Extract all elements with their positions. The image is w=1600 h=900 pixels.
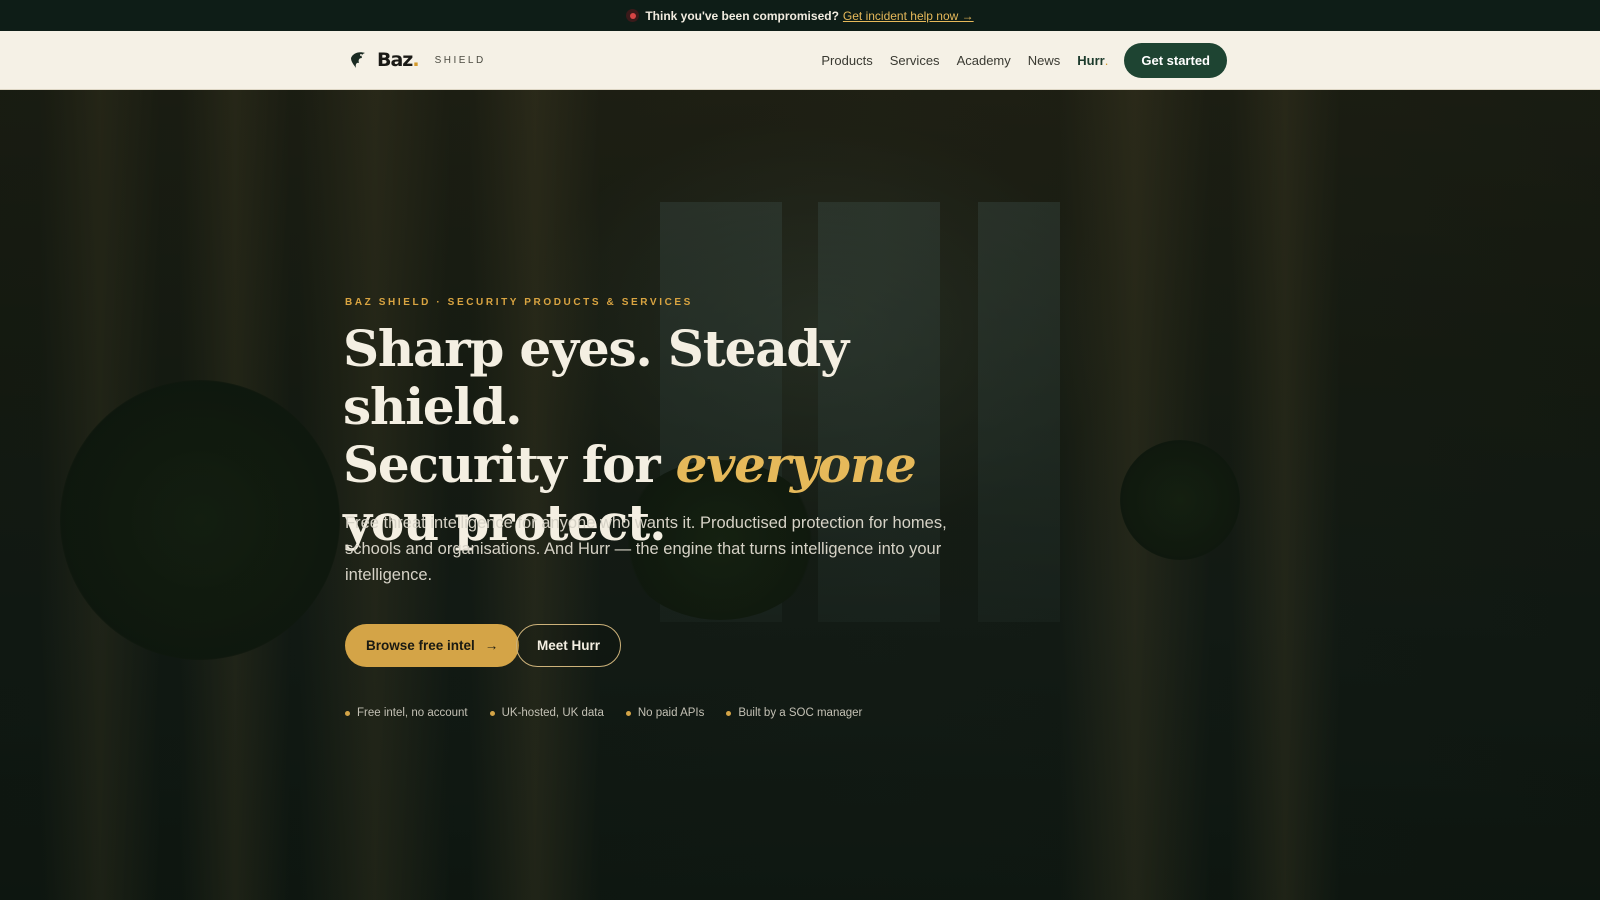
get-started-button[interactable]: Get started xyxy=(1124,43,1227,78)
bullet-dot-icon xyxy=(625,710,631,716)
logo[interactable]: Baz. SHIELD xyxy=(349,49,486,71)
incident-help-link[interactable]: Get incident help now → xyxy=(843,9,974,23)
hero-description: Free threat intelligence for anyone who … xyxy=(345,514,947,584)
feature-item: Free intel, no account xyxy=(345,707,468,719)
hero-eyebrow: BAZ SHIELD · SECURITY PRODUCTS & SERVICE… xyxy=(345,297,693,308)
browse-free-intel-button[interactable]: Browse free intel → xyxy=(345,624,520,667)
headline-accent: everyone xyxy=(675,435,917,494)
bullet-dot-icon xyxy=(345,710,350,716)
bullet-dot-icon xyxy=(489,710,495,716)
feature-item: No paid APIs xyxy=(625,707,704,719)
nav-hurr[interactable]: Hurr. xyxy=(1077,53,1108,68)
alert-text: Think you've been compromised? xyxy=(645,8,839,23)
bullet-dot-icon xyxy=(726,710,732,716)
meet-hurr-button[interactable]: Meet Hurr xyxy=(516,624,622,667)
browse-free-intel-label: Browse free intel xyxy=(366,638,475,653)
nav-services[interactable]: Services xyxy=(890,53,940,68)
feature-item: Built by a SOC manager xyxy=(726,707,862,719)
incident-alert-bar: Think you've been compromised? Get incid… xyxy=(0,0,1600,31)
hero-section: BAZ SHIELD · SECURITY PRODUCTS & SERVICE… xyxy=(0,90,1600,900)
main-nav: Products Services Academy News Hurr. Get… xyxy=(804,43,1227,78)
hawk-icon xyxy=(351,52,365,68)
logo-subtitle: SHIELD xyxy=(434,54,486,66)
nav-news[interactable]: News xyxy=(1028,53,1061,68)
feature-item: UK-hosted, UK data xyxy=(489,707,604,719)
alert-dot-icon xyxy=(626,9,640,22)
arrow-right-icon: → xyxy=(484,638,499,653)
nav-academy[interactable]: Academy xyxy=(957,53,1011,68)
nav-hurr-label: Hurr xyxy=(1077,53,1105,68)
feature-list: Free intel, no account UK-hosted, UK dat… xyxy=(345,707,884,719)
nav-products[interactable]: Products xyxy=(821,53,872,68)
logo-wordmark: Baz. xyxy=(377,49,420,71)
site-header: Baz. SHIELD Products Services Academy Ne… xyxy=(0,31,1600,90)
